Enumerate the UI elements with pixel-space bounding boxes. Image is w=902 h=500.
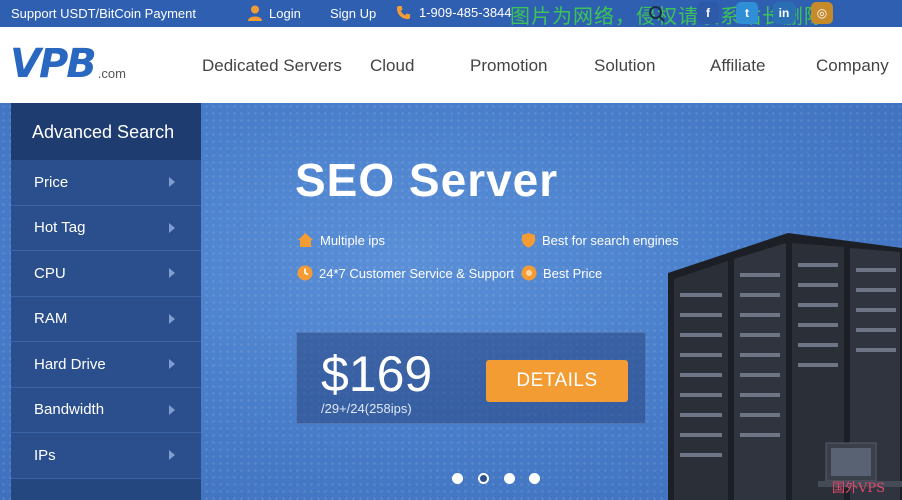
slide-dot-1[interactable] — [452, 473, 463, 484]
chevron-right-icon — [169, 450, 175, 461]
price-tag-icon — [521, 265, 537, 281]
logo-suffix: .com — [97, 66, 126, 81]
feature-customer-service: 24*7 Customer Service & Support — [297, 265, 514, 281]
sidebar-item-label: IPs — [34, 446, 56, 464]
main-header: VPB .com Dedicated Servers Cloud Promoti… — [0, 27, 902, 103]
support-payment-text: Support USDT/BitCoin Payment — [11, 6, 196, 21]
price-value: $169 — [321, 346, 433, 402]
nav-company[interactable]: Company — [816, 56, 889, 76]
nav-affiliate[interactable]: Affiliate — [710, 56, 765, 76]
nav-dedicated-servers[interactable]: Dedicated Servers — [202, 56, 342, 76]
watermark-text: 国外VPS — [832, 481, 886, 496]
chevron-right-icon — [169, 359, 175, 370]
advanced-search-sidebar: Advanced Search Price Hot Tag CPU RAM Ha… — [11, 103, 201, 500]
facebook-icon[interactable]: f — [697, 2, 719, 24]
price-subtext: /29+/24(258ips) — [321, 401, 412, 416]
slide-dot-3[interactable] — [504, 473, 515, 484]
phone-contact[interactable]: 1-909-485-3844 — [396, 5, 512, 20]
details-button[interactable]: DETAILS — [486, 360, 628, 402]
feature-label: 24*7 Customer Service & Support — [319, 265, 515, 281]
feature-search-engines: Best for search engines — [521, 232, 679, 248]
overlay-notice-text: 图片为网络，侵权请联系站长删除！ — [510, 4, 846, 28]
sidebar-item-label: Hard Drive — [34, 355, 106, 373]
feature-label: Multiple ips — [320, 232, 386, 248]
sidebar-item-label: RAM — [34, 310, 68, 328]
hero-title: SEO Server — [295, 154, 559, 206]
price-box: $169 /29+/24(258ips) DETAILS — [296, 332, 646, 424]
hero-banner: Advanced Search Price Hot Tag CPU RAM Ha… — [0, 103, 902, 500]
top-bar: Support USDT/BitCoin Payment Login Sign … — [0, 0, 902, 28]
sidebar-title: Advanced Search — [11, 103, 201, 160]
home-icon — [298, 233, 313, 247]
site-logo[interactable]: VPB .com — [10, 44, 126, 84]
slide-dot-2-active[interactable] — [478, 473, 489, 484]
nav-promotion[interactable]: Promotion — [470, 56, 547, 76]
logo-mark: VPB — [10, 41, 97, 87]
sidebar-item-label: Hot Tag — [34, 219, 86, 237]
linkedin-icon[interactable]: in — [773, 2, 795, 24]
feature-label: Best for search engines — [542, 232, 679, 248]
sidebar-item-hard-drive[interactable]: Hard Drive — [11, 342, 201, 388]
server-rack-image — [668, 233, 902, 500]
sidebar-item-bandwidth[interactable]: Bandwidth — [11, 387, 201, 433]
phone-number: 1-909-485-3844 — [419, 5, 512, 20]
nav-cloud[interactable]: Cloud — [370, 56, 414, 76]
sidebar-item-label: Bandwidth — [34, 401, 105, 419]
sidebar-item-ips[interactable]: IPs — [11, 433, 201, 479]
feature-label: Best Price — [543, 265, 603, 281]
sidebar-item-cpu[interactable]: CPU — [11, 251, 201, 297]
sidebar-item-label: CPU — [34, 264, 66, 282]
search-icon[interactable] — [648, 5, 666, 23]
clock-icon — [297, 265, 313, 281]
sidebar-item-ram[interactable]: RAM — [11, 296, 201, 342]
shield-icon — [522, 233, 535, 248]
phone-icon — [396, 5, 411, 20]
feature-best-price: Best Price — [521, 265, 602, 281]
sidebar-item-hot-tag[interactable]: Hot Tag — [11, 205, 201, 251]
sidebar-item-price[interactable]: Price — [11, 160, 201, 206]
chevron-right-icon — [169, 222, 175, 233]
nav-solution[interactable]: Solution — [594, 56, 655, 76]
chevron-right-icon — [169, 404, 175, 415]
instagram-icon[interactable]: ◎ — [811, 2, 833, 24]
signup-link[interactable]: Sign Up — [330, 6, 376, 21]
chevron-right-icon — [169, 313, 175, 324]
user-icon — [248, 5, 262, 21]
sidebar-item-label: Price — [34, 173, 69, 191]
feature-multiple-ips: Multiple ips — [297, 232, 385, 248]
login-link[interactable]: Login — [248, 5, 301, 21]
login-label: Login — [269, 5, 301, 21]
twitter-icon[interactable]: t — [736, 2, 758, 24]
chevron-right-icon — [169, 268, 175, 279]
chevron-right-icon — [169, 177, 175, 188]
slide-dot-4[interactable] — [529, 473, 540, 484]
